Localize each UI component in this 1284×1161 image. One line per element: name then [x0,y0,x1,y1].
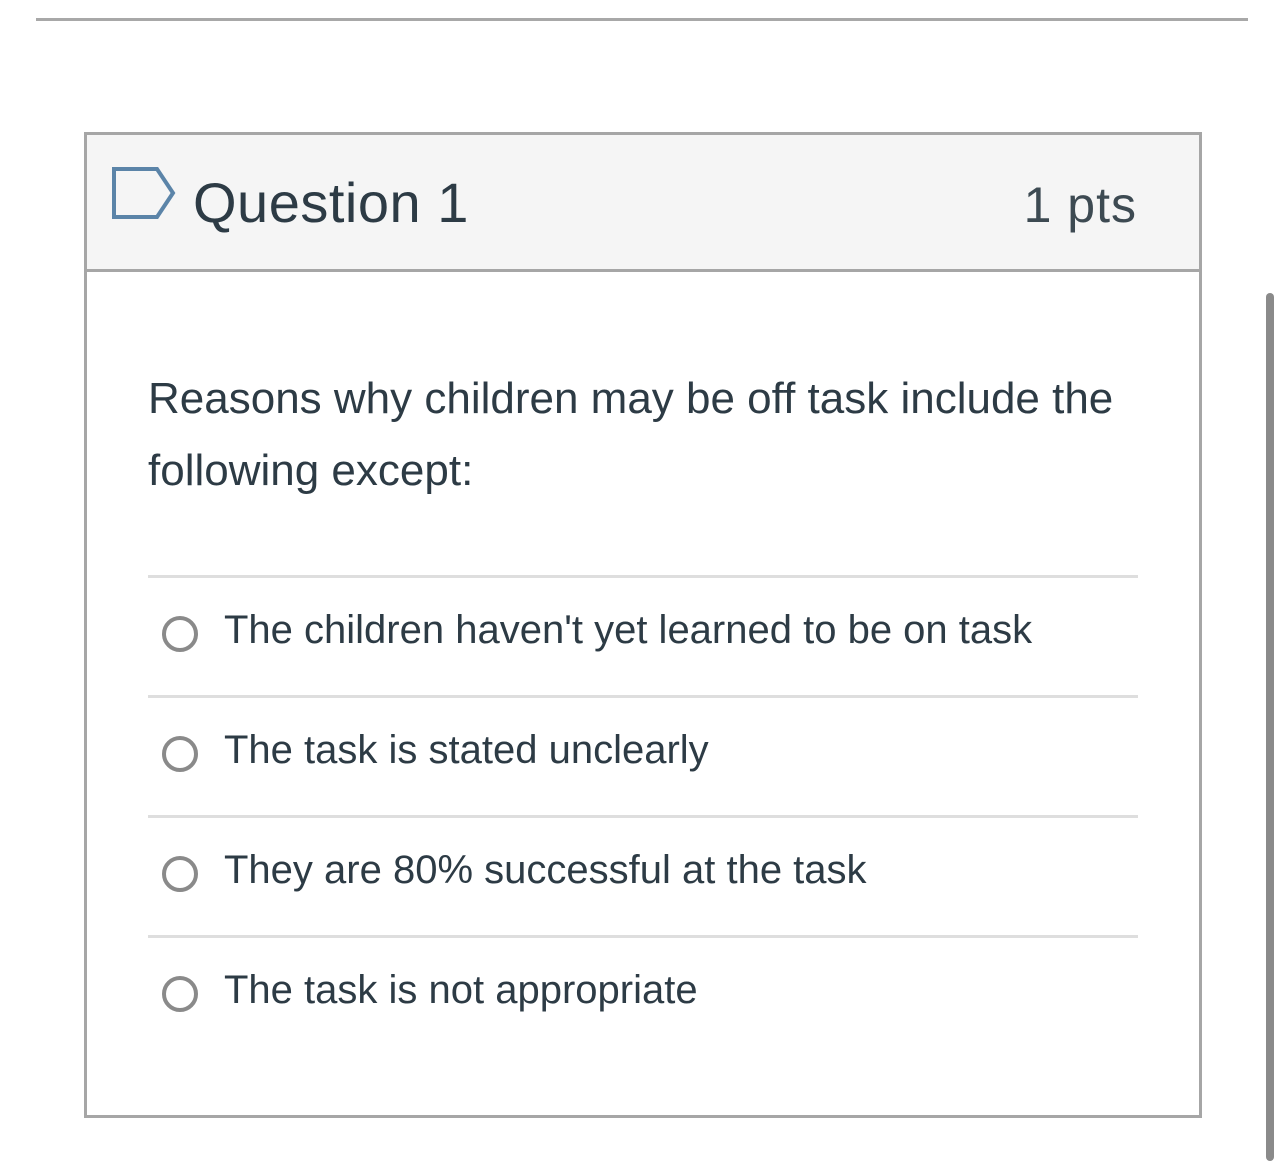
question-header: Question 1 1 pts [87,135,1199,272]
question-card: Question 1 1 pts Reasons why children ma… [84,132,1202,1118]
answer-option[interactable]: The task is stated unclearly [148,695,1138,815]
top-divider [36,18,1248,21]
answer-label[interactable]: The children haven't yet learned to be o… [224,606,1032,654]
answer-label[interactable]: They are 80% successful at the task [224,846,867,894]
answer-label[interactable]: The task is stated unclearly [224,726,709,774]
answer-option[interactable]: The task is not appropriate [148,935,1138,1055]
radio-button[interactable] [162,976,198,1012]
scrollbar[interactable] [1266,293,1274,1161]
answer-list: The children haven't yet learned to be o… [148,575,1138,1055]
answer-label[interactable]: The task is not appropriate [224,966,698,1014]
radio-button[interactable] [162,616,198,652]
flag-outline-icon[interactable] [111,165,177,221]
answer-option[interactable]: They are 80% successful at the task [148,815,1138,935]
question-points: 1 pts [1023,177,1137,233]
radio-button[interactable] [162,856,198,892]
answer-option[interactable]: The children haven't yet learned to be o… [148,575,1138,695]
question-title: Question 1 [193,171,469,234]
radio-button[interactable] [162,736,198,772]
question-text: Reasons why children may be off task inc… [148,374,1114,495]
